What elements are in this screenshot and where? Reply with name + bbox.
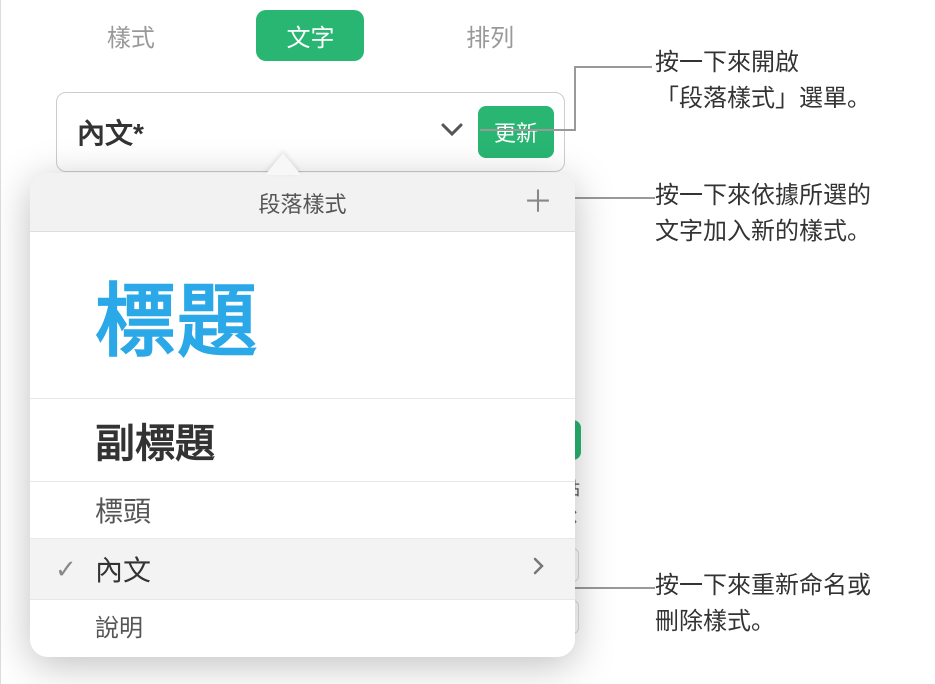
style-item-label: 內文	[95, 549, 151, 589]
style-item-title[interactable]: 標題	[30, 232, 575, 399]
popover-title: 段落樣式	[82, 187, 523, 219]
chevron-right-icon[interactable]	[533, 557, 545, 581]
checkmark-icon: ✓	[55, 554, 77, 585]
annotation-rename-delete: 按一下來重新命名或 刪除樣式。	[655, 568, 871, 640]
popover-arrow	[265, 153, 301, 175]
tab-bar: 樣式 文字 排列	[1, 0, 620, 72]
tab-style[interactable]: 樣式	[77, 10, 185, 61]
annotation-open-menu: 按一下來開啟 「段落樣式」選單。	[655, 45, 871, 117]
paragraph-styles-popover: 段落樣式 ＋ 標題 副標題 標頭 ✓ 內文 說明	[30, 173, 575, 657]
style-item-body[interactable]: ✓ 內文	[30, 539, 575, 600]
callout-line	[480, 65, 655, 135]
annotation-add-style: 按一下來依據所選的 文字加入新的樣式。	[655, 178, 871, 250]
plus-icon[interactable]: ＋	[523, 188, 553, 218]
style-list: 標題 副標題 標頭 ✓ 內文 說明	[30, 232, 575, 657]
chevron-down-icon[interactable]	[441, 123, 463, 142]
style-item-subtitle[interactable]: 副標題	[30, 399, 575, 482]
style-item-heading[interactable]: 標頭	[30, 482, 575, 539]
popover-header: 段落樣式 ＋	[30, 173, 575, 232]
current-style-name: 內文*	[77, 112, 441, 152]
tab-arrange[interactable]: 排列	[436, 10, 544, 61]
style-item-caption[interactable]: 說明	[30, 600, 575, 657]
tab-text[interactable]: 文字	[256, 10, 364, 61]
